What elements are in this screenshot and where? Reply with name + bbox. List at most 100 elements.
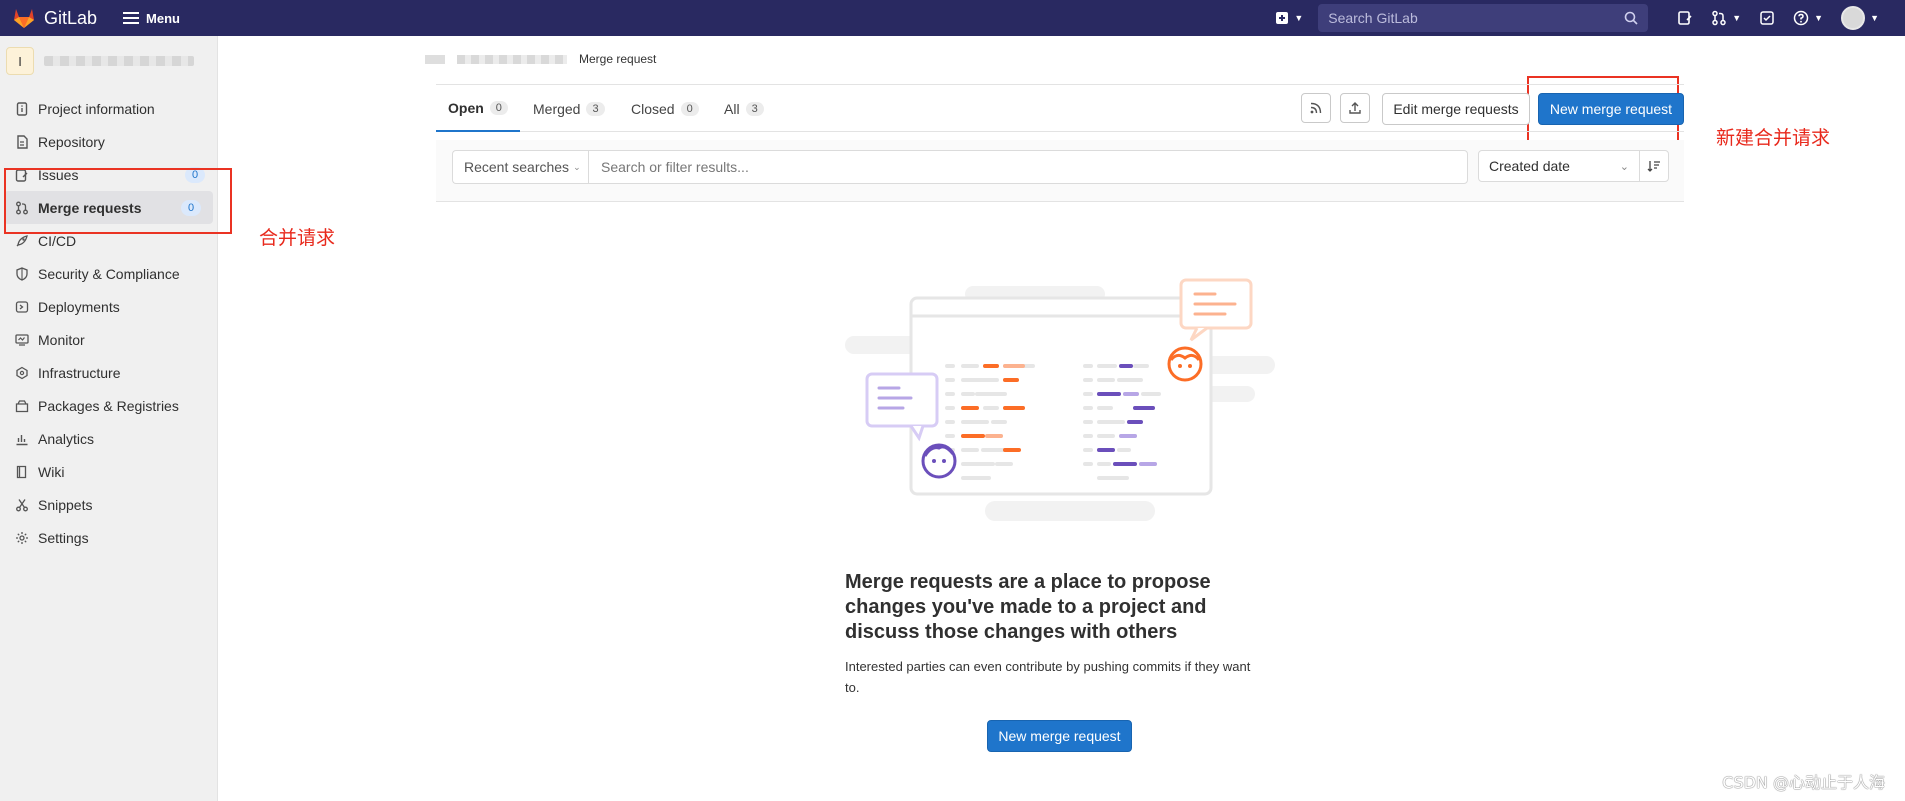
breadcrumb-redacted[interactable] [425, 54, 445, 64]
top-header: GitLab Menu ▼ ▼ ▼ ▼ [0, 0, 1905, 36]
search-box[interactable] [1318, 4, 1649, 32]
annotation-box-sidebar [4, 168, 232, 234]
tab-count: 0 [489, 100, 508, 115]
chevron-down-icon: ⌄ [1619, 160, 1629, 173]
search-input[interactable] [1328, 10, 1625, 26]
gitlab-logo[interactable]: GitLab [12, 7, 97, 29]
doc-icon [14, 134, 30, 150]
tab-count: 0 [680, 101, 699, 116]
edit-merge-requests-button[interactable]: Edit merge requests [1382, 93, 1530, 125]
issues-nav-button[interactable] [1677, 10, 1693, 26]
sort-lowest-icon [1647, 161, 1660, 172]
sort-direction-button[interactable] [1639, 150, 1669, 182]
filter-input[interactable] [588, 150, 1468, 184]
tanuki-icon [14, 9, 34, 28]
sidebar-item-label: Packages & Registries [38, 397, 179, 414]
export-button[interactable] [1340, 93, 1370, 123]
avatar [1841, 6, 1866, 30]
breadcrumb-current[interactable]: Merge request [579, 52, 656, 66]
sidebar-item-monitor[interactable]: Monitor [0, 323, 217, 356]
user-menu-button[interactable]: ▼ [1841, 6, 1879, 30]
sidebar-item-label: Infrastructure [38, 364, 121, 381]
package-icon [14, 398, 30, 414]
todos-nav-button[interactable] [1759, 10, 1775, 26]
merge-request-icon [1712, 10, 1726, 26]
help-icon [1793, 10, 1809, 26]
monitor-icon [14, 332, 30, 348]
chevron-down-icon: ▼ [1870, 13, 1879, 23]
sidebar-item-label: Settings [38, 529, 89, 546]
menu-button[interactable]: Menu [123, 11, 180, 26]
chevron-down-icon: ▼ [1732, 13, 1742, 23]
shield-icon [14, 266, 30, 282]
sidebar-item-wiki[interactable]: Wiki [0, 455, 217, 488]
tab-label: Open [448, 99, 484, 116]
hamburger-icon [123, 12, 140, 24]
issues-icon [1678, 11, 1692, 25]
plus-square-icon [1276, 12, 1289, 24]
sort-label: Created date [1489, 158, 1570, 174]
watermark: CSDN @心动止于人海 [1722, 773, 1885, 792]
scissors-icon [14, 497, 30, 513]
empty-state-title: Merge requests are a place to propose ch… [845, 571, 1211, 643]
annotation-label-sidebar: 合并请求 [259, 227, 336, 249]
new-dropdown-button[interactable]: ▼ [1275, 11, 1303, 25]
breadcrumb: Merge request [425, 52, 656, 66]
filter-bar: Recent searches ⌄ Created date ⌄ [436, 140, 1684, 202]
brand-name: GitLab [44, 7, 98, 28]
sidebar-item-label: Repository [38, 133, 105, 150]
sidebar-item-snippets[interactable]: Snippets [0, 488, 217, 521]
search-icon [1624, 11, 1638, 25]
deployments-icon [14, 299, 30, 315]
sidebar-item-label: CI/CD [38, 232, 77, 249]
sidebar-nav: Project information Repository Issues 0 … [0, 92, 217, 554]
sidebar-item-security[interactable]: Security & Compliance [0, 257, 217, 290]
tab-closed[interactable]: Closed 0 [631, 85, 699, 132]
empty-state-new-merge-request-button[interactable]: New merge request [987, 720, 1132, 752]
sidebar-item-settings[interactable]: Settings [0, 521, 217, 554]
sidebar-item-infrastructure[interactable]: Infrastructure [0, 356, 217, 389]
tab-merged[interactable]: Merged 3 [533, 85, 605, 132]
sidebar-item-analytics[interactable]: Analytics [0, 422, 217, 455]
sidebar-item-label: Monitor [38, 331, 85, 348]
tab-open[interactable]: Open 0 [436, 85, 520, 132]
tab-count: 3 [586, 101, 605, 116]
sidebar-item-project-information[interactable]: Project information [0, 92, 217, 125]
chart-icon [14, 431, 30, 447]
project-header[interactable]: I [0, 36, 217, 86]
chevron-down-icon: ▼ [1814, 13, 1824, 23]
upload-icon [1349, 102, 1361, 114]
chevron-down-icon: ⌄ [573, 161, 581, 172]
info-icon [14, 101, 30, 117]
annotation-label-new-button: 新建合并请求 [1716, 127, 1831, 149]
sidebar-item-label: Snippets [38, 496, 93, 513]
tab-all[interactable]: All 3 [724, 85, 764, 132]
sidebar-item-deployments[interactable]: Deployments [0, 290, 217, 323]
help-button[interactable]: ▼ [1793, 10, 1823, 26]
recent-searches-label: Recent searches [464, 159, 570, 175]
sidebar-item-label: Wiki [38, 463, 65, 480]
rocket-icon [14, 233, 30, 249]
project-avatar: I [6, 47, 34, 75]
breadcrumb-redacted[interactable] [457, 54, 567, 64]
cloud-icon [14, 365, 30, 381]
gear-icon [14, 530, 30, 546]
sort-dropdown[interactable]: Created date ⌄ [1478, 150, 1640, 182]
sidebar-item-label: Analytics [38, 430, 95, 447]
merge-requests-nav-button[interactable]: ▼ [1711, 10, 1741, 26]
tab-label: All [724, 100, 740, 117]
chevron-down-icon: ▼ [1294, 13, 1304, 23]
menu-label: Menu [146, 10, 180, 26]
sidebar-item-repository[interactable]: Repository [0, 125, 217, 158]
tab-count: 3 [745, 101, 764, 116]
merge-request-tabs-bar: Open 0 Merged 3 Closed 0 All 3 Edit merg… [436, 84, 1684, 132]
new-merge-request-button[interactable]: New merge request [1538, 93, 1684, 125]
recent-searches-dropdown[interactable]: Recent searches ⌄ [452, 150, 588, 184]
sidebar-item-packages[interactable]: Packages & Registries [0, 389, 217, 422]
sidebar-item-label: Project information [38, 100, 155, 117]
project-sidebar: I Project information Repository Issues … [0, 36, 218, 801]
rss-button[interactable] [1301, 93, 1331, 123]
sidebar-item-label: Deployments [38, 298, 120, 315]
tab-label: Closed [631, 100, 675, 117]
sidebar-item-label: Security & Compliance [38, 265, 180, 282]
